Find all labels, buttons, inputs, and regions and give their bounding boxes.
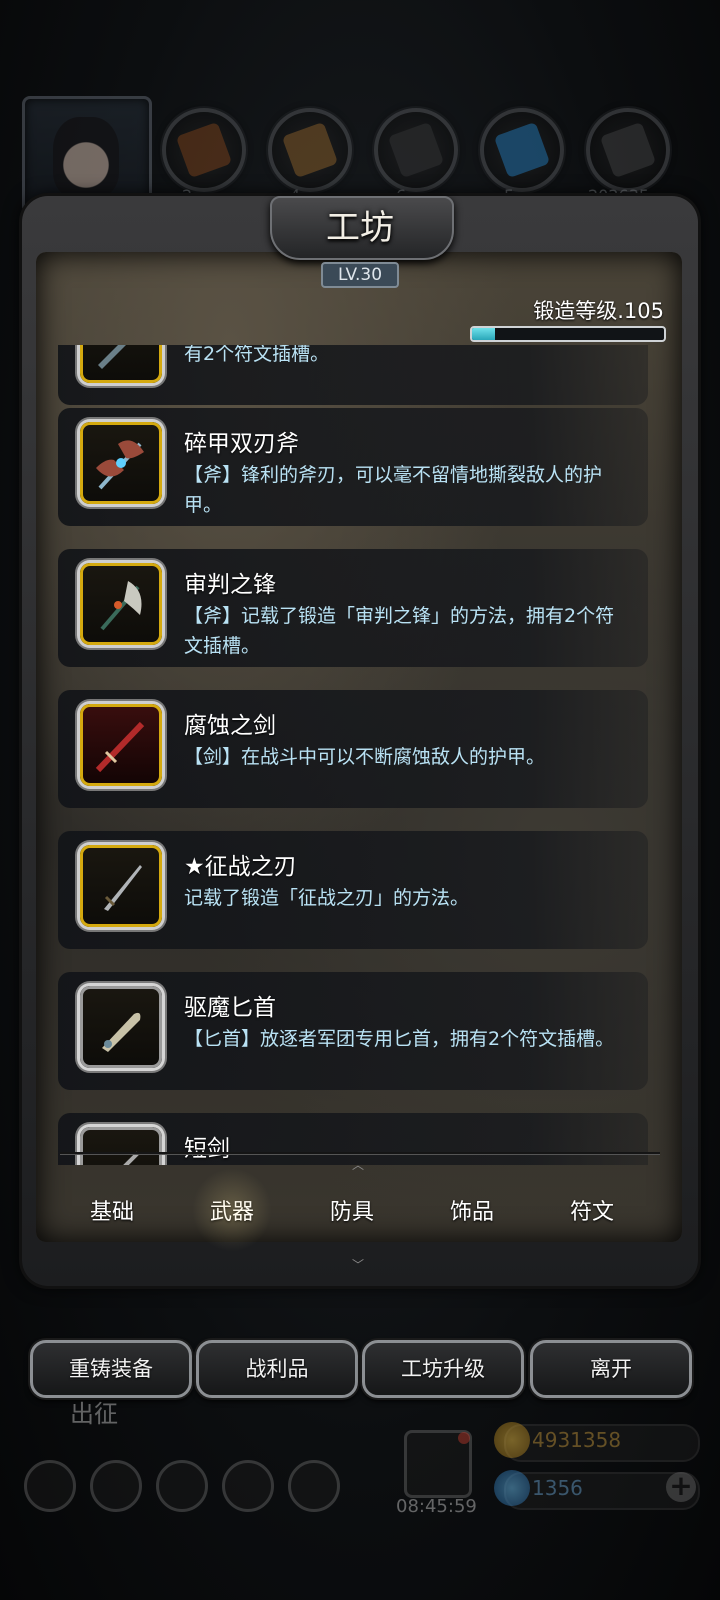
recast-equipment-button[interactable]: 重铸装备	[30, 1340, 192, 1398]
item-icon-frame	[80, 986, 162, 1068]
gem-icon	[494, 1470, 530, 1506]
item-desc: 【斧】锋利的斧刃，可以毫不留情地撕裂敌人的护甲。	[184, 464, 603, 516]
item-name: 短剑	[184, 1136, 230, 1162]
item-desc: 【匕首】放逐者军团专用匕首，拥有2个符文插槽。	[184, 1028, 615, 1050]
dagger-icon	[102, 1012, 141, 1052]
item-icon-frame	[80, 704, 162, 786]
double-axe-icon	[96, 440, 144, 490]
list-item[interactable]: ★征战之刃 记载了锻造「征战之刃」的方法。	[58, 831, 648, 949]
recipe-list[interactable]: 有2个符文插槽。 碎甲双刃斧 【斧】锋利的斧刃，可以毫不留情地撕裂敌人的护甲。 …	[58, 345, 662, 1165]
forge-level-label: 锻造等级.105	[533, 299, 664, 323]
wood-resource	[162, 108, 246, 192]
iron-resource	[374, 108, 458, 192]
notification-dot	[458, 1432, 470, 1444]
workshop-upgrade-button[interactable]: 工坊升级	[362, 1340, 524, 1398]
item-name: 碎甲双刃斧	[184, 431, 299, 457]
list-item[interactable]: 审判之锋 【斧】记载了锻造「审判之锋」的方法，拥有2个符文插槽。	[58, 549, 648, 667]
workshop-level-badge: LV.30	[321, 262, 399, 288]
tab-accessories[interactable]: 饰品	[422, 1194, 522, 1226]
tab-weapons[interactable]: 武器	[182, 1168, 282, 1252]
book-icon[interactable]	[156, 1460, 208, 1512]
forge-progress-bar	[470, 326, 666, 342]
short-sword-icon	[123, 1151, 140, 1165]
item-icon-frame	[80, 422, 162, 504]
item-icon-frame	[80, 845, 162, 927]
tab-runes[interactable]: 符文	[542, 1194, 642, 1226]
tab-armor[interactable]: 防具	[302, 1194, 402, 1226]
page-title: 工坊	[326, 208, 394, 248]
list-item[interactable]: 有2个符文插槽。	[58, 345, 648, 405]
blade-icon	[104, 865, 142, 911]
gold-amount: 4931358	[532, 1428, 622, 1452]
item-name: 驱魔匕首	[184, 995, 276, 1021]
crystal-resource	[480, 108, 564, 192]
item-name: 腐蚀之剑	[184, 713, 276, 739]
scroll-up-icon: ︿	[351, 1158, 364, 1172]
item-name: ★征战之刃	[184, 854, 297, 880]
axe-icon	[100, 581, 142, 631]
item-name: 审判之锋	[184, 572, 276, 598]
sword-icon	[98, 345, 126, 369]
list-item[interactable]: 腐蚀之剑 【剑】在战斗中可以不断腐蚀敌人的护甲。	[58, 690, 648, 808]
plank-resource	[268, 108, 352, 192]
settings-icon[interactable]	[24, 1460, 76, 1512]
add-gems-button[interactable]: +	[666, 1472, 696, 1502]
tab-divider	[60, 1152, 660, 1154]
loot-button[interactable]: 战利品	[196, 1340, 358, 1398]
scroll-down-icon: ﹀	[351, 1258, 364, 1272]
item-desc: 记载了锻造「征战之刃」的方法。	[184, 887, 470, 909]
list-item[interactable]: 碎甲双刃斧 【斧】锋利的斧刃，可以毫不留情地撕裂敌人的护甲。	[58, 408, 648, 526]
clock: 08:45:59	[396, 1496, 477, 1517]
gold-coin-icon	[494, 1422, 530, 1458]
item-desc: 【斧】记载了锻造「审判之锋」的方法，拥有2个符文插槽。	[184, 605, 615, 657]
mail-icon[interactable]	[222, 1460, 274, 1512]
item-desc: 有2个符文插槽。	[184, 345, 330, 365]
item-icon-frame	[80, 563, 162, 645]
item-desc: 【剑】在战斗中可以不断腐蚀敌人的护甲。	[184, 746, 546, 768]
tab-basic[interactable]: 基础	[62, 1194, 162, 1226]
forge-progress-fill	[472, 328, 496, 340]
box-icon[interactable]	[288, 1460, 340, 1512]
steel-resource	[586, 108, 670, 192]
sortie-label[interactable]: 出征	[70, 1394, 118, 1429]
item-icon-frame	[80, 1127, 162, 1165]
item-icon-frame	[80, 345, 162, 383]
leave-button[interactable]: 离开	[530, 1340, 692, 1398]
list-item[interactable]: 驱魔匕首 【匕首】放逐者军团专用匕首，拥有2个符文插槽。	[58, 972, 648, 1090]
star-icon[interactable]	[90, 1460, 142, 1512]
gem-amount: 1356	[532, 1476, 583, 1500]
red-sword-icon	[95, 721, 145, 773]
